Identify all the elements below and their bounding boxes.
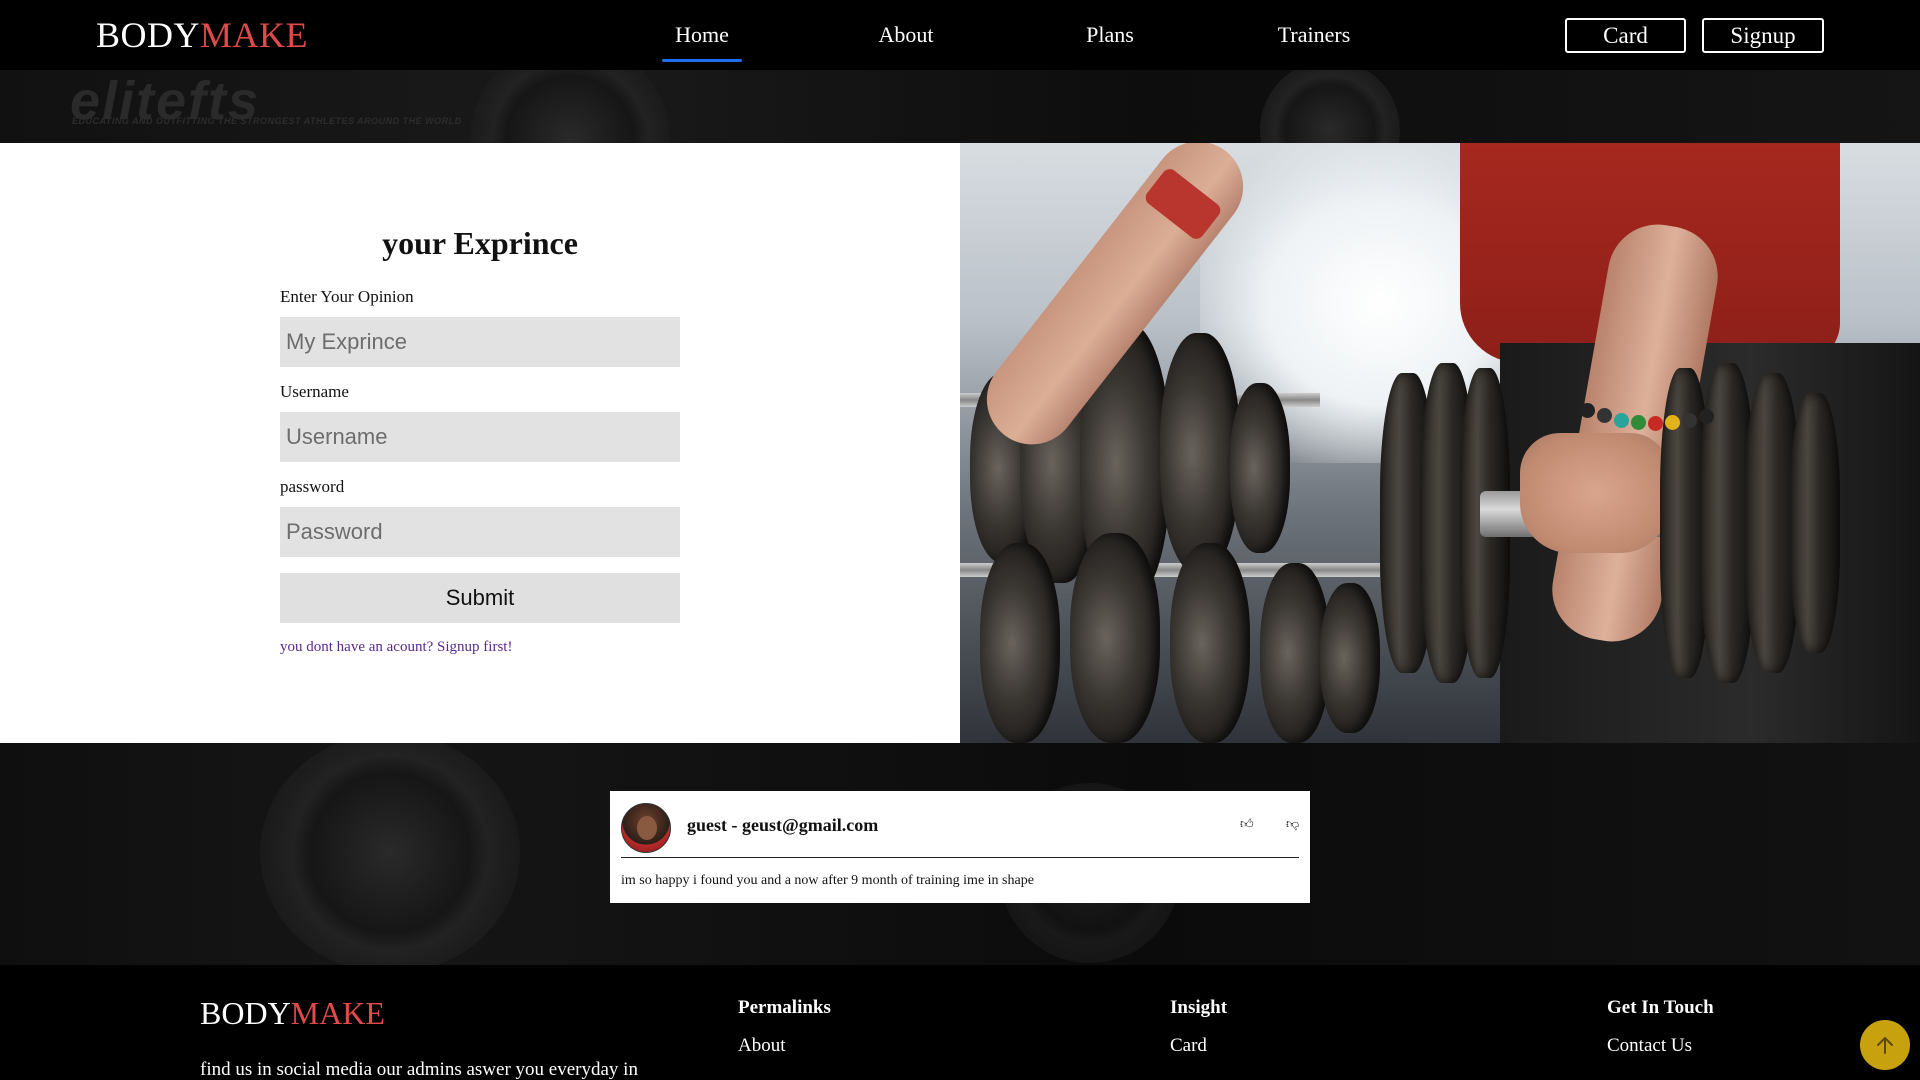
footer-brand-part2: MAKE bbox=[290, 995, 385, 1031]
review-text: im so happy i found you and a now after … bbox=[621, 873, 1034, 888]
background-weight-plate bbox=[1260, 70, 1400, 143]
experience-form: your Exprince Enter Your Opinion Usernam… bbox=[0, 143, 960, 743]
signup-first-link[interactable]: you dont have an acount? Signup first! bbox=[280, 639, 512, 656]
nav-links: Home About Plans Trainers bbox=[600, 0, 1416, 70]
footer-brand-logo[interactable]: BODYMAKE bbox=[200, 995, 385, 1032]
thumbs-down-icon[interactable]: 👎︎ bbox=[1286, 817, 1299, 832]
nav-link-home[interactable]: Home bbox=[600, 22, 804, 48]
arrow-up-icon bbox=[1877, 1037, 1893, 1054]
testimonials-section: guest - geust@gmail.com 👍︎ 👎︎ im so happ… bbox=[0, 743, 1920, 965]
review-divider bbox=[621, 857, 1299, 858]
top-navbar: BODYMAKE Home About Plans Trainers Card … bbox=[0, 0, 1920, 70]
footer-link-card[interactable]: Card bbox=[1170, 1035, 1207, 1057]
username-input[interactable] bbox=[280, 412, 680, 462]
bracelet-bead bbox=[1614, 413, 1629, 428]
username-label: Username bbox=[280, 382, 349, 401]
rack-dumbbell-plate bbox=[1070, 533, 1160, 743]
footer-title-get-in-touch: Get In Touch bbox=[1607, 997, 1714, 1018]
bracelet-bead bbox=[1665, 415, 1680, 430]
reviewer-avatar bbox=[621, 803, 671, 853]
nav-link-trainers[interactable]: Trainers bbox=[1212, 22, 1416, 48]
site-footer: BODYMAKE find us in social media our adm… bbox=[0, 965, 1920, 1080]
footer-title-permalinks: Permalinks bbox=[738, 997, 831, 1018]
bracelet-bead bbox=[1699, 409, 1714, 424]
thumbs-up-icon[interactable]: 👍︎ bbox=[1240, 817, 1254, 832]
bracelet-bead bbox=[1631, 415, 1646, 430]
password-input[interactable] bbox=[280, 507, 680, 557]
opinion-label: Enter Your Opinion bbox=[280, 287, 414, 306]
avatar-face bbox=[637, 816, 657, 840]
form-title: your Exprince bbox=[382, 225, 578, 261]
card-button[interactable]: Card bbox=[1565, 18, 1686, 53]
dumbbell-plate bbox=[1790, 393, 1840, 653]
rack-dumbbell-plate bbox=[1170, 543, 1250, 743]
nav-link-about[interactable]: About bbox=[804, 22, 1008, 48]
review-card: guest - geust@gmail.com 👍︎ 👎︎ im so happ… bbox=[610, 791, 1310, 903]
hero-background-strip: elitefts EDUCATING AND OUTFITTING THE ST… bbox=[0, 70, 1920, 143]
brand-logo-part1: BODY bbox=[96, 15, 201, 55]
password-label: password bbox=[280, 477, 345, 496]
rack-dumbbell-plate bbox=[1320, 583, 1380, 733]
brand-logo[interactable]: BODYMAKE bbox=[96, 14, 308, 56]
gym-dumbbell-photo bbox=[960, 143, 1920, 743]
footer-about-text: find us in social media our admins aswer… bbox=[200, 1059, 638, 1080]
opinion-input[interactable] bbox=[280, 317, 680, 367]
footer-title-insight: Insight bbox=[1170, 997, 1228, 1018]
scroll-to-top-button[interactable] bbox=[1860, 1020, 1910, 1070]
rack-dumbbell-plate bbox=[980, 543, 1060, 743]
footer-link-contact-us[interactable]: Contact Us bbox=[1607, 1035, 1692, 1057]
reviewer-name: guest - geust@gmail.com bbox=[687, 815, 879, 835]
bracelet-bead bbox=[1648, 416, 1663, 431]
bracelet-bead bbox=[1682, 413, 1697, 428]
bracelet-bead bbox=[1597, 408, 1612, 423]
background-weight-plate bbox=[470, 70, 670, 143]
signup-button[interactable]: Signup bbox=[1702, 18, 1824, 53]
bracelet-bead bbox=[1580, 403, 1595, 418]
footer-brand-part1: BODY bbox=[200, 995, 291, 1031]
brand-logo-part2: MAKE bbox=[200, 15, 309, 55]
nav-link-plans[interactable]: Plans bbox=[1008, 22, 1212, 48]
athlete-fist bbox=[1520, 433, 1670, 553]
rack-dumbbell-plate bbox=[1160, 333, 1240, 573]
background-weight-plate bbox=[260, 743, 520, 965]
footer-link-about[interactable]: About bbox=[738, 1035, 786, 1057]
rack-dumbbell-plate bbox=[1230, 383, 1290, 553]
background-brand-tagline: EDUCATING AND OUTFITTING THE STRONGEST A… bbox=[72, 116, 462, 126]
submit-button[interactable]: Submit bbox=[280, 573, 680, 623]
